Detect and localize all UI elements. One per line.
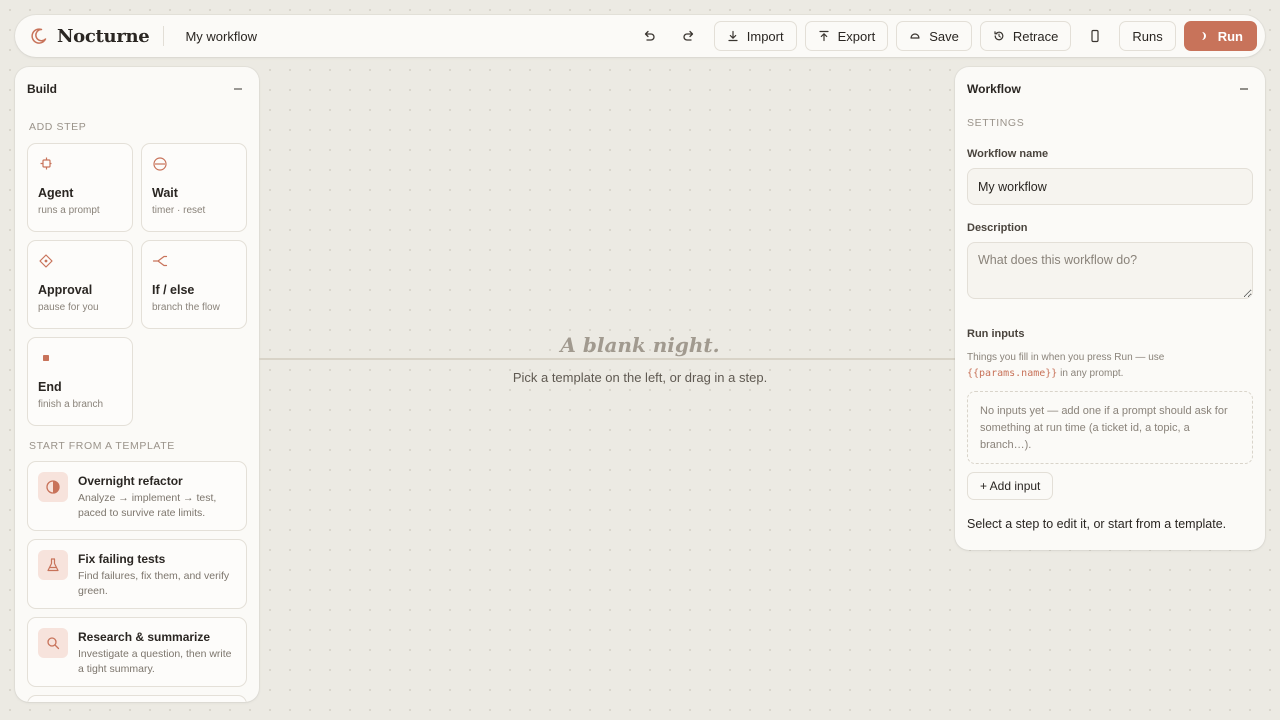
- retrace-button[interactable]: Retrace: [979, 21, 1072, 51]
- step-name: Agent: [38, 186, 74, 200]
- import-button[interactable]: Import: [713, 21, 797, 51]
- save-label: Save: [929, 28, 959, 44]
- template-fix-failing-tests[interactable]: Fix failing tests Find failures, fix the…: [27, 539, 247, 609]
- params-code: {{params.name}}: [967, 368, 1058, 379]
- template-text: Research & summarize Investigate a quest…: [78, 628, 236, 676]
- template-card-partial[interactable]: [27, 695, 247, 702]
- workflow-panel-title: Workflow: [967, 82, 1021, 96]
- template-overnight-refactor[interactable]: Overnight refactor Analyze → implement →…: [27, 461, 247, 531]
- phone-icon: [1091, 29, 1099, 43]
- canvas-empty-title: A blank night.: [560, 333, 720, 357]
- wait-icon: [152, 156, 168, 172]
- canvas-empty-subtitle: Pick a template on the left, or drag in …: [512, 370, 768, 385]
- workflow-panel-header: Workflow: [955, 67, 1265, 111]
- minus-icon: [234, 88, 242, 90]
- step-desc: timer · reset: [152, 205, 206, 216]
- device-preview-button[interactable]: [1079, 21, 1112, 51]
- settings-label: SETTINGS: [967, 117, 1025, 129]
- workflow-panel-footer: Select a step to edit it, or start from …: [967, 517, 1227, 531]
- template-name: Research & summarize: [78, 630, 211, 644]
- run-label: Run: [1217, 28, 1243, 44]
- upload-icon: [819, 30, 829, 42]
- top-bar: Nocturne My workflow Import Export Save …: [15, 15, 1265, 57]
- template-text: Overnight refactor Analyze → implement →…: [78, 472, 236, 520]
- step-name: Approval: [38, 283, 93, 297]
- divider: [163, 26, 165, 46]
- redo-button[interactable]: [673, 21, 705, 51]
- agent-icon: [38, 156, 54, 172]
- collapse-workflow-button[interactable]: [1235, 80, 1253, 98]
- step-desc: pause for you: [38, 302, 99, 313]
- hint-text-post: in any prompt.: [1060, 368, 1124, 379]
- undo-button[interactable]: [633, 21, 665, 51]
- build-panel-title: Build: [27, 82, 57, 96]
- search-icon: [38, 628, 68, 658]
- brand: Nocturne: [31, 25, 150, 47]
- step-if-else[interactable]: If / else branch the flow: [141, 240, 247, 329]
- run-inputs-hint: Things you fill in when you press Run — …: [967, 350, 1253, 382]
- workflow-panel: Workflow SETTINGS Workflow name Descript…: [955, 67, 1265, 550]
- template-desc: Investigate a question, then write a tig…: [78, 648, 232, 675]
- export-button[interactable]: Export: [804, 21, 889, 51]
- description-label: Description: [967, 222, 1028, 234]
- moon-icon: [1201, 32, 1206, 40]
- step-agent[interactable]: Agent runs a prompt: [27, 143, 133, 232]
- template-research-summarize[interactable]: Research & summarize Investigate a quest…: [27, 617, 247, 687]
- workflow-title[interactable]: My workflow: [185, 29, 257, 44]
- description-input[interactable]: [967, 242, 1253, 299]
- build-panel-header: Build: [15, 67, 259, 111]
- build-panel: Build ADD STEP Agent runs a prompt Wait …: [15, 67, 259, 702]
- run-inputs-empty: No inputs yet — add one if a prompt shou…: [967, 391, 1253, 464]
- brand-name: Nocturne: [57, 25, 150, 47]
- step-wait[interactable]: Wait timer · reset: [141, 143, 247, 232]
- import-label: Import: [746, 28, 784, 44]
- template-name: Fix failing tests: [78, 552, 166, 566]
- runs-label: Runs: [1132, 28, 1163, 44]
- crescent-moon-icon: [31, 28, 47, 44]
- add-step-label: ADD STEP: [29, 121, 87, 133]
- half-moon-icon: [38, 472, 68, 502]
- step-approval[interactable]: Approval pause for you: [27, 240, 133, 329]
- runs-button[interactable]: Runs: [1119, 21, 1176, 51]
- step-desc: finish a branch: [38, 399, 104, 410]
- step-grid: Agent runs a prompt Wait timer · reset A…: [15, 133, 259, 426]
- step-name: If / else: [152, 283, 195, 297]
- step-name: End: [38, 380, 62, 394]
- step-name: Wait: [152, 186, 178, 200]
- approval-icon: [38, 253, 54, 269]
- template-text: Fix failing tests Find failures, fix the…: [78, 550, 236, 598]
- add-input-button[interactable]: + Add input: [967, 472, 1054, 500]
- template-list: Overnight refactor Analyze → implement →…: [15, 452, 259, 702]
- template-desc: Analyze → implement → test, paced to sur…: [78, 492, 217, 519]
- workflow-panel-body: SETTINGS Workflow name Description Run i…: [955, 117, 1265, 531]
- save-button[interactable]: Save: [896, 21, 972, 51]
- history-icon: [994, 31, 1004, 41]
- redo-icon: [683, 30, 693, 41]
- run-button[interactable]: Run: [1183, 21, 1257, 51]
- workflow-name-input[interactable]: [967, 168, 1253, 205]
- template-name: Overnight refactor: [78, 474, 183, 488]
- save-icon: [910, 33, 920, 39]
- undo-icon: [644, 30, 655, 41]
- step-desc: runs a prompt: [38, 205, 100, 216]
- template-desc: Find failures, fix them, and verify gree…: [78, 570, 230, 597]
- hint-text-pre: Things you fill in when you press Run — …: [967, 352, 1165, 363]
- step-desc: branch the flow: [152, 302, 220, 313]
- workflow-name-label: Workflow name: [967, 148, 1049, 160]
- template-label: START FROM A TEMPLATE: [29, 440, 175, 452]
- retrace-label: Retrace: [1012, 28, 1059, 44]
- collapse-build-button[interactable]: [229, 80, 247, 98]
- branch-icon: [152, 253, 168, 269]
- minus-icon: [1240, 88, 1248, 90]
- stop-icon: [38, 350, 54, 366]
- flask-icon: [38, 550, 68, 580]
- export-label: Export: [837, 28, 876, 44]
- step-end[interactable]: End finish a branch: [27, 337, 133, 426]
- run-inputs-label: Run inputs: [967, 328, 1025, 340]
- canvas-connector-line: [259, 358, 955, 360]
- download-icon: [728, 30, 738, 42]
